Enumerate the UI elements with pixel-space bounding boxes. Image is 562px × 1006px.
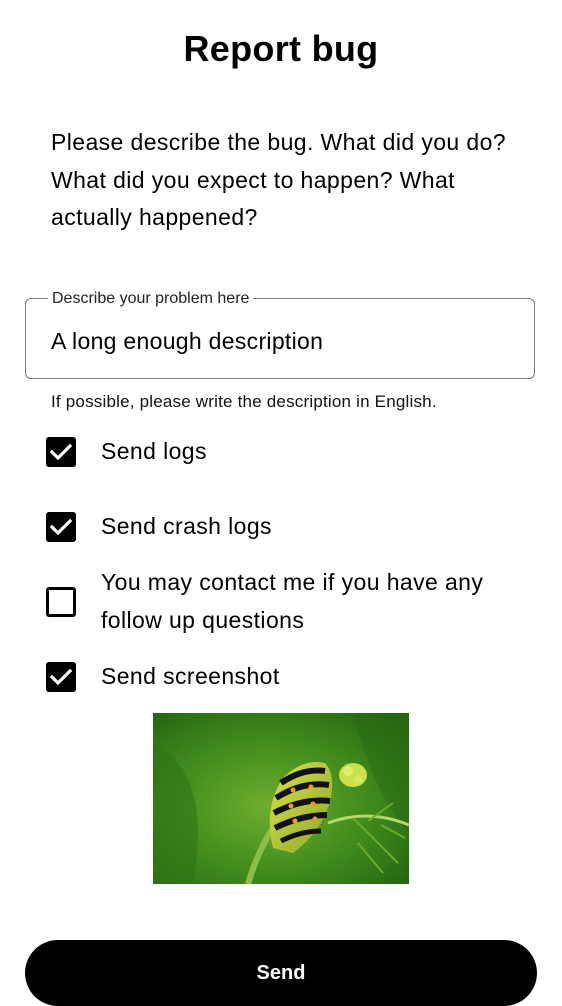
description-field-label: Describe your problem here (48, 290, 254, 308)
checkmark-icon (50, 518, 72, 536)
intro-text: Please describe the bug. What did you do… (51, 129, 506, 230)
send-crash-logs-option[interactable]: Send crash logs (46, 508, 536, 546)
checkmark-icon (50, 668, 72, 686)
description-field-value[interactable]: A long enough description (51, 326, 323, 356)
send-logs-checkbox[interactable] (46, 436, 76, 467)
send-crash-logs-checkbox[interactable] (46, 511, 76, 542)
contact-me-option[interactable]: You may contact me if you have any follo… (46, 564, 536, 639)
description-helper-text: If possible, please write the descriptio… (51, 392, 437, 411)
send-logs-label: Send logs (101, 438, 207, 464)
checkmark-icon (50, 443, 72, 461)
page-title: Report bug (183, 28, 379, 69)
send-screenshot-option[interactable]: Send screenshot (46, 658, 536, 696)
send-screenshot-checkbox[interactable] (46, 661, 76, 692)
caterpillar-photo-icon (153, 713, 409, 884)
send-button[interactable]: Send (25, 940, 537, 1006)
contact-me-checkbox[interactable] (46, 586, 76, 617)
send-logs-option[interactable]: Send logs (46, 433, 536, 471)
send-crash-logs-label: Send crash logs (101, 513, 272, 539)
send-screenshot-label: Send screenshot (101, 663, 280, 689)
screenshot-preview (153, 713, 409, 884)
contact-me-label: You may contact me if you have any follo… (101, 569, 484, 633)
